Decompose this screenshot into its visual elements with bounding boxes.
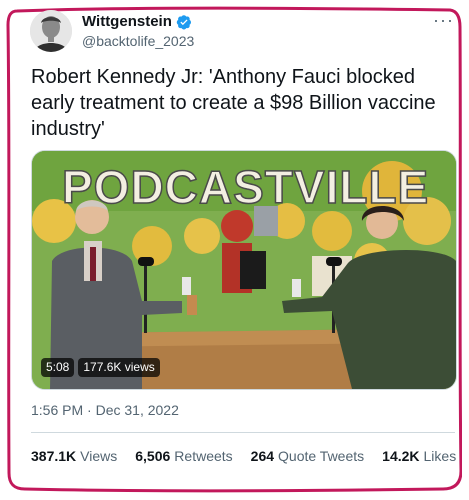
stat-views[interactable]: 387.1K Views [31, 448, 117, 464]
stat-label: Likes [423, 448, 457, 464]
video-thumbnail: PODCASTVILLE [32, 151, 456, 389]
stat-label: Views [80, 448, 118, 464]
stat-retweets[interactable]: 6,506 Retweets [135, 448, 232, 464]
divider [31, 432, 455, 433]
stat-value: 264 [250, 448, 275, 464]
podcast-banner-text: PODCASTVILLE [62, 161, 429, 213]
video-duration: 5:08 [41, 358, 75, 377]
stat-value: 387.1K [31, 448, 77, 464]
more-options-icon[interactable]: ··· [433, 10, 454, 31]
verified-badge-icon [176, 14, 191, 29]
stat-likes[interactable]: 14.2K Likes [382, 448, 456, 464]
stat-value: 14.2K [382, 448, 420, 464]
video-views: 177.6K views [78, 358, 160, 377]
tweet-header: Wittgenstein @backtolife_2023 ··· [30, 10, 460, 54]
stat-label: Retweets [174, 448, 233, 464]
tweet-text: Robert Kennedy Jr: 'Anthony Fauci blocke… [31, 66, 436, 140]
author-handle[interactable]: @backtolife_2023 [82, 33, 194, 49]
video-player[interactable]: PODCASTVILLE [31, 150, 457, 390]
avatar[interactable] [30, 10, 72, 52]
tweet-stats: 387.1K Views 6,506 Retweets 264 Quote Tw… [31, 448, 456, 464]
stat-label: Quote Tweets [278, 448, 365, 464]
author-name-row[interactable]: Wittgenstein [82, 13, 192, 30]
tweet-timestamp[interactable]: 1:56 PM · Dec 31, 2022 [31, 402, 179, 418]
tweet-card: Wittgenstein @backtolife_2023 ··· Robert… [0, 0, 469, 500]
author-name[interactable]: Wittgenstein [82, 13, 172, 30]
stat-value: 6,506 [135, 448, 171, 464]
stat-quote-tweets[interactable]: 264 Quote Tweets [251, 448, 365, 464]
video-overlay-badges: 5:08 177.6K views [41, 358, 160, 377]
